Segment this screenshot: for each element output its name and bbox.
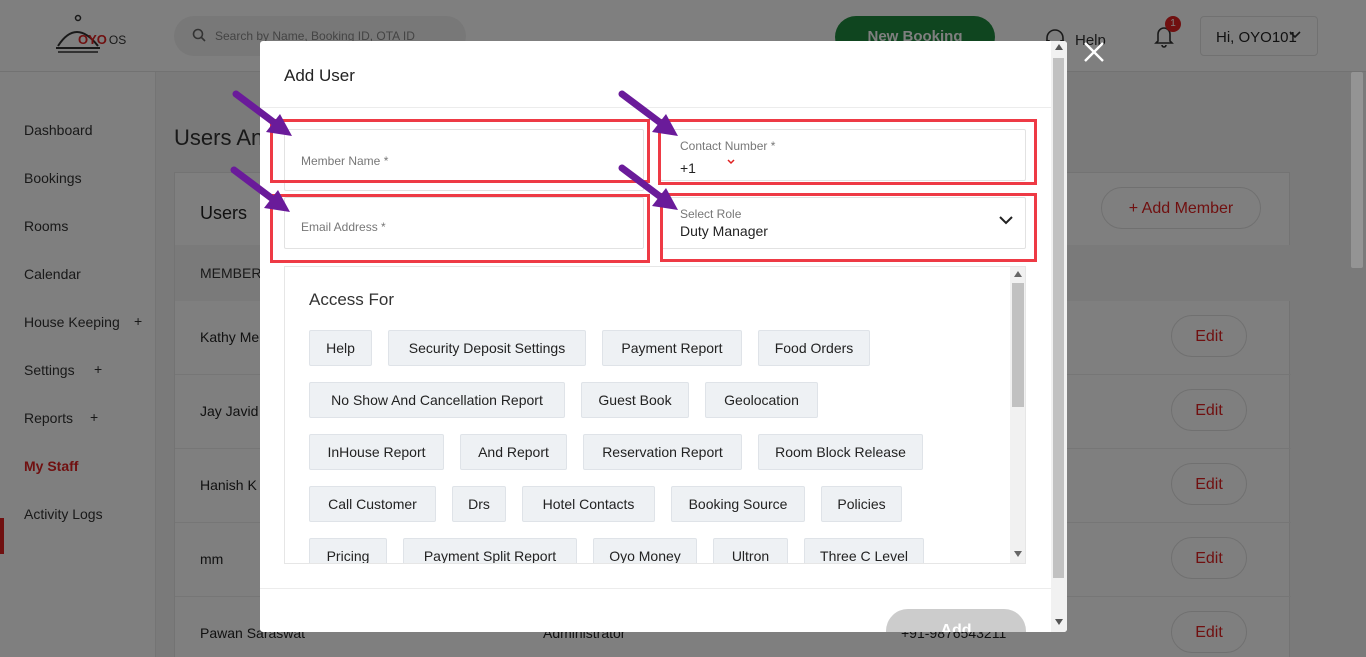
- modal-title: Add User: [284, 66, 355, 85]
- access-chip[interactable]: Payment Report: [602, 330, 742, 366]
- scroll-up-icon[interactable]: [1014, 271, 1022, 277]
- access-chip[interactable]: Hotel Contacts: [522, 486, 655, 522]
- access-chip[interactable]: Reservation Report: [583, 434, 742, 470]
- access-chip[interactable]: Oyo Money: [593, 538, 697, 563]
- arrow-icon: [618, 164, 678, 210]
- scroll-down-icon[interactable]: [1055, 619, 1063, 625]
- access-chip[interactable]: Geolocation: [705, 382, 818, 418]
- modal-scroll-thumb[interactable]: [1053, 58, 1064, 578]
- scroll-down-icon[interactable]: [1014, 551, 1022, 557]
- access-chip[interactable]: Guest Book: [581, 382, 689, 418]
- arrow-icon: [232, 90, 292, 136]
- access-title: Access For: [309, 290, 395, 309]
- access-chip[interactable]: Pricing: [309, 538, 387, 563]
- page-scrollbar[interactable]: [1351, 72, 1363, 268]
- access-chip[interactable]: Three C Level: [804, 538, 924, 563]
- access-chip[interactable]: Help: [309, 330, 372, 366]
- divider: [260, 588, 1052, 589]
- access-section: Access For Help Security Deposit Setting…: [284, 266, 1026, 564]
- access-chip[interactable]: No Show And Cancellation Report: [309, 382, 565, 418]
- access-chip[interactable]: And Report: [460, 434, 567, 470]
- access-chip[interactable]: Room Block Release: [758, 434, 923, 470]
- access-chip[interactable]: Ultron: [713, 538, 788, 563]
- highlight-box: [270, 194, 650, 263]
- highlight-box: [660, 193, 1037, 262]
- add-button[interactable]: Add: [886, 609, 1026, 632]
- access-chip[interactable]: Food Orders: [758, 330, 870, 366]
- highlight-box: [270, 119, 650, 183]
- access-chip[interactable]: Call Customer: [309, 486, 436, 522]
- arrow-icon: [618, 90, 678, 136]
- access-chip[interactable]: Booking Source: [671, 486, 805, 522]
- access-chip[interactable]: Drs: [452, 486, 506, 522]
- highlight-box: [658, 119, 1037, 185]
- arrow-icon: [230, 166, 290, 212]
- access-chip[interactable]: InHouse Report: [309, 434, 444, 470]
- access-chip[interactable]: Payment Split Report: [403, 538, 577, 563]
- close-icon[interactable]: [1082, 40, 1106, 64]
- scroll-up-icon[interactable]: [1055, 44, 1063, 50]
- access-scroll-thumb[interactable]: [1012, 283, 1024, 407]
- access-chip[interactable]: Policies: [821, 486, 902, 522]
- access-chip[interactable]: Security Deposit Settings: [388, 330, 586, 366]
